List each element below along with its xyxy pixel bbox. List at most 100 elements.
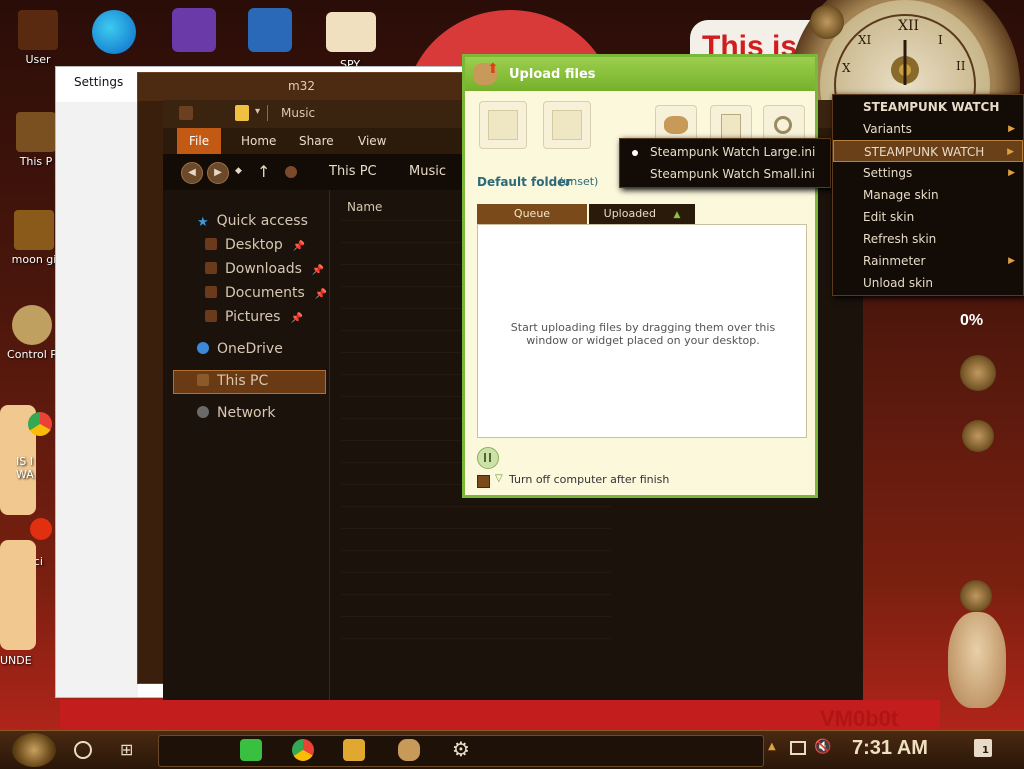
menu-item-unload-skin[interactable]: Unload skin <box>833 272 1023 294</box>
menu-item-rainmeter[interactable]: Rainmeter ▶ <box>833 250 1023 272</box>
file-list-row[interactable] <box>341 594 611 595</box>
file-list-row[interactable] <box>341 572 611 573</box>
network-icon[interactable] <box>790 741 806 755</box>
ribbon-tab-share[interactable]: Share <box>287 128 346 154</box>
wallpaper-logo-text: VM0b0t <box>820 706 899 731</box>
window-title: Settings <box>74 75 124 89</box>
file-list-row[interactable] <box>341 506 611 507</box>
pin-icon: 📌 <box>290 313 303 324</box>
gear-icon <box>962 420 994 452</box>
file-list-row[interactable] <box>341 638 611 639</box>
gear-icon <box>810 5 844 39</box>
nav-label: OneDrive <box>217 341 283 357</box>
menu-header: STEAMPUNK WATCH <box>863 100 1000 114</box>
nav-network[interactable]: Network <box>197 402 275 424</box>
breadcrumb-music[interactable]: Music <box>409 164 446 179</box>
gear-icon <box>960 355 996 391</box>
computer-icon <box>16 112 56 152</box>
back-button[interactable]: ◀ <box>181 162 203 184</box>
nav-this-pc[interactable]: This PC <box>197 370 268 392</box>
hamster-icon <box>664 116 688 134</box>
up-arrow-icon[interactable]: ↑ <box>257 162 270 181</box>
desktop-icon-control-panel[interactable]: Control P <box>4 305 60 361</box>
folder-icon <box>179 106 193 120</box>
ribbon-tab-view[interactable]: View <box>346 128 398 154</box>
ribbon-tab-home[interactable]: Home <box>229 128 288 154</box>
nav-label: This PC <box>217 373 269 389</box>
chevron-right-icon: ▶ <box>1008 168 1015 178</box>
forward-button[interactable]: ▶ <box>207 162 229 184</box>
file-list-row[interactable] <box>341 616 611 617</box>
nav-desktop[interactable]: Desktop 📌 <box>205 234 305 256</box>
start-button[interactable] <box>12 733 56 767</box>
search-icon[interactable] <box>74 741 92 759</box>
breadcrumb-this-pc[interactable]: This PC <box>329 164 377 179</box>
dialog-title: Upload files <box>509 67 596 82</box>
hamster-desktop-pet[interactable] <box>948 612 1006 708</box>
nav-documents[interactable]: Documents 📌 <box>205 282 327 304</box>
desktop-icon-label-unde[interactable]: UNDE <box>0 654 48 667</box>
hamster-icon[interactable] <box>398 739 420 761</box>
add-image-button[interactable] <box>543 101 591 149</box>
notes-app-icon[interactable] <box>240 739 262 761</box>
chevron-down-icon[interactable]: ▾ <box>255 106 260 117</box>
tab-uploaded[interactable]: Uploaded ▲ <box>589 204 695 224</box>
chevron-right-icon: ▶ <box>1008 124 1015 134</box>
edge-icon[interactable] <box>92 10 136 54</box>
quick-access-folder-icon[interactable] <box>235 105 249 121</box>
wallpaper-bottom-strip <box>60 700 940 732</box>
task-view-icon[interactable]: ⊞ <box>120 740 133 759</box>
desktop-icon-label-is[interactable]: IS I WA <box>16 455 60 481</box>
file-explorer-icon[interactable] <box>343 739 365 761</box>
volume-muted-icon[interactable]: 🔇 <box>814 739 831 755</box>
virtualbox-icon[interactable] <box>248 8 292 52</box>
column-header-name[interactable]: Name <box>347 200 382 214</box>
drop-zone[interactable]: Start uploading files by dragging them o… <box>477 224 807 438</box>
nav-downloads[interactable]: Downloads 📌 <box>205 258 324 280</box>
chrome-icon[interactable] <box>28 412 52 436</box>
menu-item-refresh-skin[interactable]: Refresh skin <box>833 228 1023 250</box>
taskbar: ⊞ ⚙ ▲ 🔇 7:31 AM 1 <box>0 730 1024 769</box>
menu-item-label: Rainmeter <box>863 254 926 268</box>
taskbar-clock[interactable]: 7:31 AM <box>852 737 928 760</box>
gear-icon <box>960 580 992 612</box>
nav-quick-access[interactable]: ★ Quick access <box>197 210 308 232</box>
chevron-up-icon[interactable]: ▲ <box>768 741 776 752</box>
nav-pictures[interactable]: Pictures 📌 <box>205 306 303 328</box>
menu-item-manage-skin[interactable]: Manage skin <box>833 184 1023 206</box>
downloads-icon <box>205 262 217 274</box>
submenu-item-large[interactable]: Steampunk Watch Large.ini <box>620 141 830 163</box>
desktop-icon-label: moon gi <box>11 253 57 266</box>
recent-locations-dropdown[interactable]: ◆ <box>235 166 242 176</box>
menu-item-edit-skin[interactable]: Edit skin <box>833 206 1023 228</box>
visual-studio-icon[interactable] <box>172 8 216 52</box>
add-file-button[interactable] <box>479 101 527 149</box>
desktop-icon-moon[interactable]: moon gi <box>6 210 62 266</box>
chrome-icon[interactable] <box>292 739 314 761</box>
menu-item-variants[interactable]: Variants ▶ <box>833 118 1023 140</box>
hxd-icon[interactable] <box>326 12 376 52</box>
ribbon-tab-file[interactable]: File <box>177 128 222 154</box>
pause-button[interactable] <box>477 447 499 469</box>
desktop-icon-user[interactable]: User <box>10 10 66 66</box>
chevron-right-icon: ▶ <box>1007 147 1014 157</box>
window-title: Music <box>281 106 316 120</box>
gear-icon[interactable]: ⚙ <box>452 737 470 761</box>
nav-onedrive[interactable]: OneDrive <box>197 338 283 360</box>
default-folder-link[interactable]: Default folder <box>477 175 571 189</box>
shutdown-checkbox[interactable] <box>477 475 490 488</box>
menu-item-steampunk-watch[interactable]: STEAMPUNK WATCH ▶ <box>833 140 1023 162</box>
file-list-row[interactable] <box>341 550 611 551</box>
tab-queue[interactable]: Queue <box>477 204 587 224</box>
app-icon[interactable] <box>30 518 52 540</box>
menu-item-settings[interactable]: Settings ▶ <box>833 162 1023 184</box>
triangle-up-icon: ▲ <box>673 210 681 220</box>
svg-text:I: I <box>938 33 943 47</box>
submenu-item-label: Steampunk Watch Small.ini <box>650 167 815 181</box>
upload-files-dialog[interactable]: ⬆ Upload files Default folder (unset) Qu… <box>462 54 818 498</box>
submenu-item-small[interactable]: Steampunk Watch Small.ini <box>620 163 830 185</box>
star-icon: ★ <box>197 215 209 230</box>
file-list-row[interactable] <box>341 528 611 529</box>
nav-label: Desktop <box>225 237 283 253</box>
nav-label: Network <box>217 405 276 421</box>
